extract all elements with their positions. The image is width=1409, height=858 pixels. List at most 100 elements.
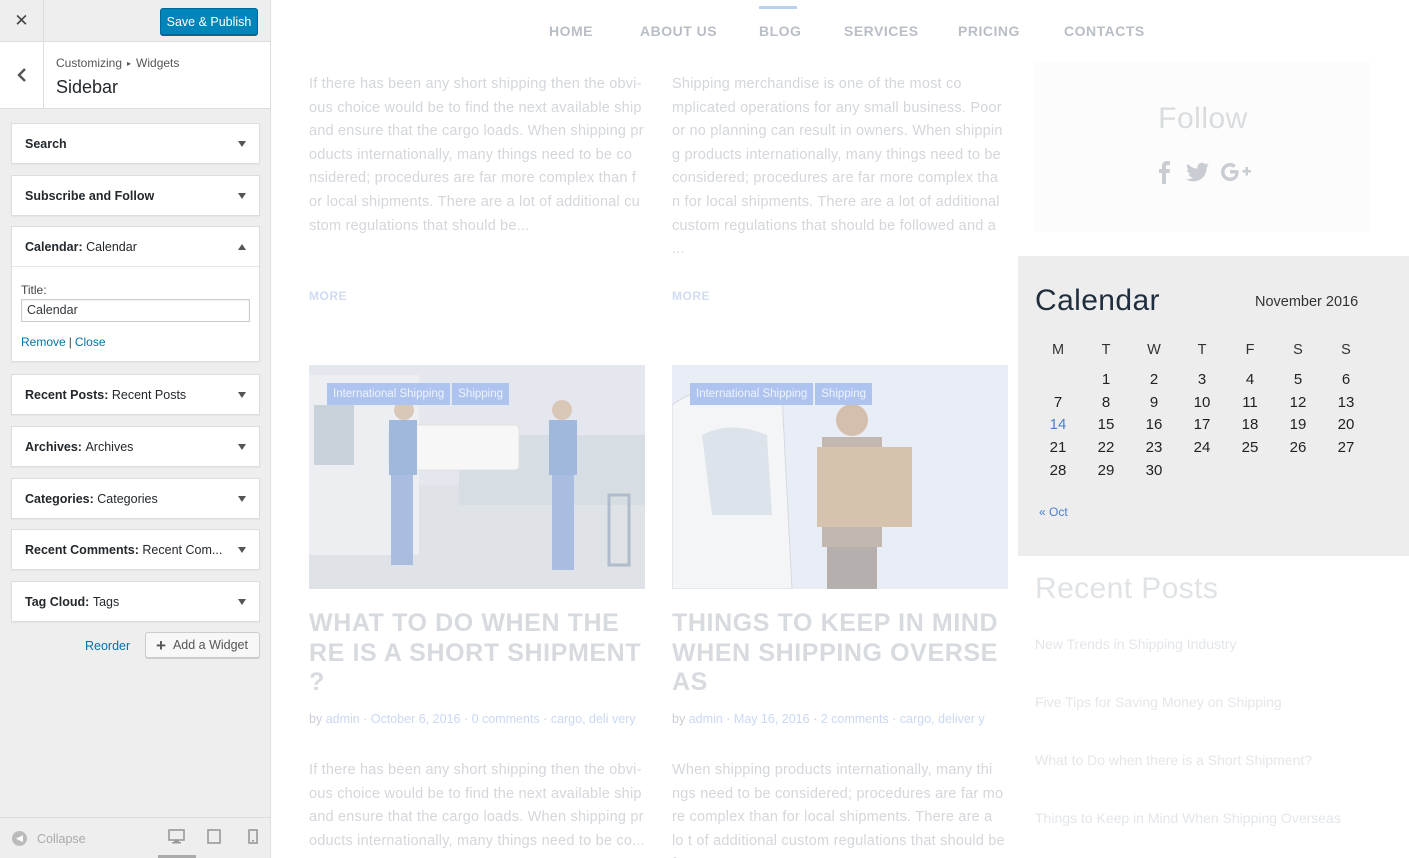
tag-international-shipping[interactable]: International Shipping [690, 383, 814, 405]
recent-post-link[interactable]: Five Tips for Saving Money on Shipping [1035, 694, 1282, 710]
recent-post-link[interactable]: What to Do when there is a Short Shipmen… [1035, 752, 1312, 768]
recent-posts-widget: Recent Posts New Trends in Shipping Indu… [1035, 572, 1371, 826]
meta-comments[interactable]: 2 comments [821, 712, 889, 726]
weekday-header: S [1341, 342, 1351, 358]
save-publish-button[interactable]: Save & Publish [160, 8, 258, 35]
expand-arrow-icon[interactable] [238, 546, 246, 553]
expand-arrow-icon[interactable] [238, 598, 246, 605]
expand-arrow-icon[interactable] [238, 495, 246, 502]
meta-categories[interactable]: cargo, deliver y [900, 712, 985, 726]
read-more-link[interactable]: MORE [672, 289, 710, 303]
widget-calendar[interactable]: Calendar: Calendar Title: Calendar Remov… [11, 226, 260, 362]
calendar-day: 28 [1049, 462, 1067, 480]
calendar-title-input[interactable]: Calendar [21, 299, 250, 322]
twitter-icon[interactable] [1186, 160, 1210, 184]
post-image-movers-couch[interactable]: International Shipping Shipping [309, 365, 645, 589]
widget-title: Tag Cloud: [25, 594, 90, 609]
calendar-week: 7 8 9 10 11 12 13 [1034, 391, 1370, 414]
calendar-title: Calendar [1035, 284, 1160, 317]
calendar-day: 1 [1101, 370, 1111, 388]
weekday-header: S [1293, 342, 1303, 358]
collapse-arrow-icon[interactable] [238, 243, 246, 250]
post-title[interactable]: THINGS TO KEEP IN MIND WHEN SHIPPING OVE… [672, 609, 1008, 698]
close-link[interactable]: Close [75, 335, 106, 349]
breadcrumb-current: Widgets [136, 56, 180, 70]
add-widget-button[interactable]: + Add a Widget [145, 632, 260, 658]
previous-month-link[interactable]: « Oct [1039, 505, 1068, 519]
nav-about-us[interactable]: ABOUT US [640, 23, 717, 39]
calendar-day: 24 [1193, 439, 1211, 457]
widget-actions: Remove | Close [21, 335, 250, 349]
meta-date[interactable]: October 6, 2016 [371, 712, 461, 726]
nav-home[interactable]: HOME [549, 23, 593, 39]
mobile-preview-icon[interactable] [248, 829, 258, 844]
widget-instance-name: Recent Com... [142, 542, 223, 557]
close-customizer-button[interactable]: ✕ [0, 0, 44, 42]
collapse-button[interactable]: ◀ Collapse [12, 831, 86, 846]
read-more-link[interactable]: MORE [309, 289, 347, 303]
widget-instance-name: Categories [97, 491, 158, 506]
collapse-label: Collapse [37, 831, 86, 846]
widget-recent-comments[interactable]: Recent Comments: Recent Com... [11, 529, 260, 570]
facebook-icon[interactable] [1154, 160, 1176, 184]
calendar-day: 22 [1097, 439, 1115, 457]
remove-link[interactable]: Remove [21, 335, 66, 349]
calendar-day: 15 [1097, 416, 1115, 434]
nav-contacts[interactable]: CONTACTS [1064, 23, 1145, 39]
nav-blog[interactable]: BLOG [759, 23, 801, 39]
site-preview: HOME ABOUT US BLOG SERVICES PRICING CONT… [271, 0, 1409, 858]
back-button[interactable] [0, 42, 44, 108]
meta-author[interactable]: admin [689, 712, 723, 726]
nav-services[interactable]: SERVICES [844, 23, 919, 39]
desktop-preview-icon[interactable] [168, 829, 185, 844]
expand-arrow-icon[interactable] [238, 140, 246, 147]
tag-shipping[interactable]: Shipping [815, 383, 873, 405]
expand-arrow-icon[interactable] [238, 391, 246, 398]
widget-categories[interactable]: Categories: Categories [11, 478, 260, 519]
post-title[interactable]: WHAT TO DO WHEN THE RE IS A SHORT SHIPME… [309, 609, 645, 698]
calendar-empty-cell [1226, 459, 1274, 482]
calendar-empty-cell [1322, 459, 1370, 482]
calendar-day: 26 [1289, 439, 1307, 457]
expand-arrow-icon[interactable] [238, 443, 246, 450]
breadcrumb-root: Customizing [56, 56, 123, 70]
recent-post-link[interactable]: New Trends in Shipping Industry [1035, 636, 1237, 652]
tag-international-shipping[interactable]: International Shipping [327, 383, 451, 405]
meta-categories[interactable]: cargo, deli very [551, 712, 636, 726]
calendar-day: 17 [1193, 416, 1211, 434]
post-meta: by admin · May 16, 2016 · 2 comments · c… [672, 712, 985, 726]
recent-post-link[interactable]: Things to Keep in Mind When Shipping Ove… [1035, 810, 1341, 826]
weekday-header: T [1197, 342, 1207, 358]
meta-by: by [672, 712, 686, 726]
meta-date[interactable]: May 16, 2016 [734, 712, 810, 726]
post-image-courier-box[interactable]: International Shipping Shipping [672, 365, 1008, 589]
meta-author[interactable]: admin [326, 712, 360, 726]
meta-comments[interactable]: 0 comments [472, 712, 540, 726]
calendar-day: 6 [1341, 370, 1351, 388]
widget-instance-name: Archives [85, 439, 134, 454]
expand-arrow-icon[interactable] [238, 192, 246, 199]
widget-instance-name: Tags [92, 594, 120, 609]
widget-tag-cloud[interactable]: Tag Cloud: Tags [11, 581, 260, 622]
post-excerpt: If there has been any short shipping the… [309, 76, 644, 234]
calendar-day: 30 [1145, 462, 1163, 480]
calendar-grid: M T W T F S S 1 2 3 4 5 6 7 8 9 10 11 12 13 14 15 16 17 1… [1034, 342, 1370, 482]
add-widget-label: Add a Widget [172, 638, 248, 652]
google-plus-icon[interactable] [1220, 160, 1252, 184]
tag-shipping[interactable]: Shipping [452, 383, 510, 405]
widget-archives[interactable]: Archives: Archives [11, 426, 260, 467]
follow-title: Follow [1158, 102, 1248, 135]
widget-search[interactable]: Search [11, 123, 260, 164]
widget-subscribe-follow[interactable]: Subscribe and Follow [11, 175, 260, 216]
calendar-widget-form: Title: Calendar Remove | Close [12, 266, 259, 361]
calendar-day: 21 [1049, 439, 1067, 457]
nav-pricing[interactable]: PRICING [958, 23, 1020, 39]
section-header: Customizing ▸ Widgets Sidebar [0, 42, 270, 109]
chevron-left-icon [16, 68, 26, 82]
widget-title: Categories: [25, 491, 94, 506]
calendar-day: 10 [1193, 393, 1211, 411]
weekday-header: F [1245, 342, 1255, 358]
tablet-preview-icon[interactable] [207, 829, 221, 844]
reorder-link[interactable]: Reorder [85, 639, 130, 653]
widget-recent-posts[interactable]: Recent Posts: Recent Posts [11, 374, 260, 415]
